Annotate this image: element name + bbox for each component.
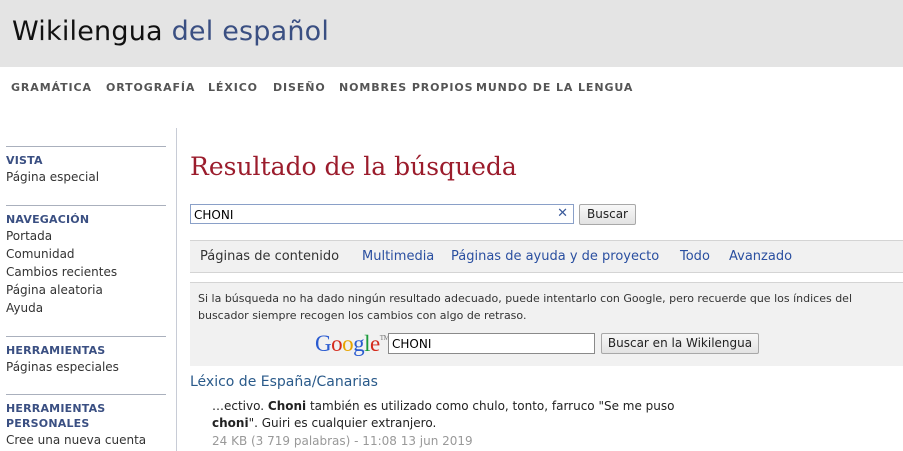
search-button[interactable]: Buscar <box>579 204 636 225</box>
site-logo[interactable]: Wikilengua del español <box>12 16 329 47</box>
tab-paginas-de-contenido[interactable]: Páginas de contenido <box>200 249 339 264</box>
sidebar-heading-personales-1: HERRAMIENTAS <box>6 402 106 415</box>
sidebar-heading-navegacion: NAVEGACIÓN <box>6 213 90 226</box>
sidebar-item-comunidad[interactable]: Comunidad <box>6 245 166 263</box>
sidebar-heading-personales-2: PERSONALES <box>6 417 90 430</box>
nav-mundo-de-la-lengua[interactable]: MUNDO DE LA LENGUA <box>476 81 633 94</box>
google-notice: Si la búsqueda no ha dado ningún resulta… <box>190 282 903 366</box>
clear-icon[interactable]: ✕ <box>557 206 568 221</box>
top-navigation: GRAMÁTICA ORTOGRAFÍA LÉXICO DISEÑO NOMBR… <box>0 67 903 108</box>
tab-todo[interactable]: Todo <box>680 249 710 264</box>
nav-gramatica[interactable]: GRAMÁTICA <box>11 81 92 94</box>
sidebar-item-cambios-recientes[interactable]: Cambios recientes <box>6 263 166 281</box>
nav-nombres-propios[interactable]: NOMBRES PROPIOS <box>339 81 473 94</box>
sidebar-item-pagina-especial[interactable]: Página especial <box>6 168 166 186</box>
snippet-text-2: también es utilizado como chulo, tonto, … <box>306 399 675 413</box>
google-logo: GoogleTM <box>315 331 390 356</box>
result-snippet: …ectivo. Choni también es utilizado como… <box>212 398 692 432</box>
google-search-value: CHONI <box>392 337 432 351</box>
snippet-highlight-2: choni <box>212 416 249 430</box>
page-title: Resultado de la búsqueda <box>190 152 517 181</box>
logo-wikilengua: Wikilengua <box>12 16 163 47</box>
search-scope-tabs: Páginas de contenido Multimedia Páginas … <box>190 240 903 273</box>
sidebar-section-navegacion: NAVEGACIÓN Portada Comunidad Cambios rec… <box>6 205 166 317</box>
tab-avanzado[interactable]: Avanzado <box>729 249 792 264</box>
sidebar-section-herramientas: HERRAMIENTAS Páginas especiales <box>6 336 166 376</box>
sidebar-item-pagina-aleatoria[interactable]: Página aleatoria <box>6 281 166 299</box>
sidebar-item-ayuda[interactable]: Ayuda <box>6 299 166 317</box>
nav-diseno[interactable]: DISEÑO <box>273 81 326 94</box>
sidebar-item-paginas-especiales[interactable]: Páginas especiales <box>6 358 166 376</box>
nav-ortografia[interactable]: ORTOGRAFÍA <box>106 81 195 94</box>
search-input[interactable]: CHONI ✕ <box>190 204 574 224</box>
site-header: Wikilengua del español <box>0 0 903 67</box>
result-title[interactable]: Léxico de España/Canarias <box>190 374 378 390</box>
sidebar-heading-vista: VISTA <box>6 154 43 167</box>
sidebar-item-crear-cuenta[interactable]: Cree una nueva cuenta <box>6 431 166 449</box>
sidebar-section-vista: VISTA Página especial <box>6 146 166 186</box>
result-meta: 24 KB (3 719 palabras) - 11:08 13 jun 20… <box>212 434 473 448</box>
sidebar: VISTA Página especial NAVEGACIÓN Portada… <box>0 128 177 451</box>
snippet-highlight-1: Choni <box>267 399 307 413</box>
sidebar-section-personales: HERRAMIENTAS PERSONALES Cree una nueva c… <box>6 394 166 449</box>
tab-multimedia[interactable]: Multimedia <box>362 249 434 264</box>
logo-del-espanol: del español <box>171 16 330 47</box>
google-search-button[interactable]: Buscar en la Wikilengua <box>601 333 759 354</box>
snippet-text-3: ". Guiri es cualquier extranjero. <box>248 416 437 430</box>
sidebar-item-portada[interactable]: Portada <box>6 227 166 245</box>
google-search-input[interactable]: CHONI <box>388 333 595 354</box>
sidebar-heading-herramientas: HERRAMIENTAS <box>6 344 106 357</box>
main-content: Resultado de la búsqueda CHONI ✕ Buscar … <box>190 128 903 451</box>
search-input-value: CHONI <box>194 208 234 222</box>
google-notice-text: Si la búsqueda no ha dado ningún resulta… <box>198 292 852 322</box>
snippet-text-1: …ectivo. <box>212 399 268 413</box>
tab-paginas-de-ayuda[interactable]: Páginas de ayuda y de proyecto <box>451 249 659 264</box>
nav-lexico[interactable]: LÉXICO <box>208 81 258 94</box>
